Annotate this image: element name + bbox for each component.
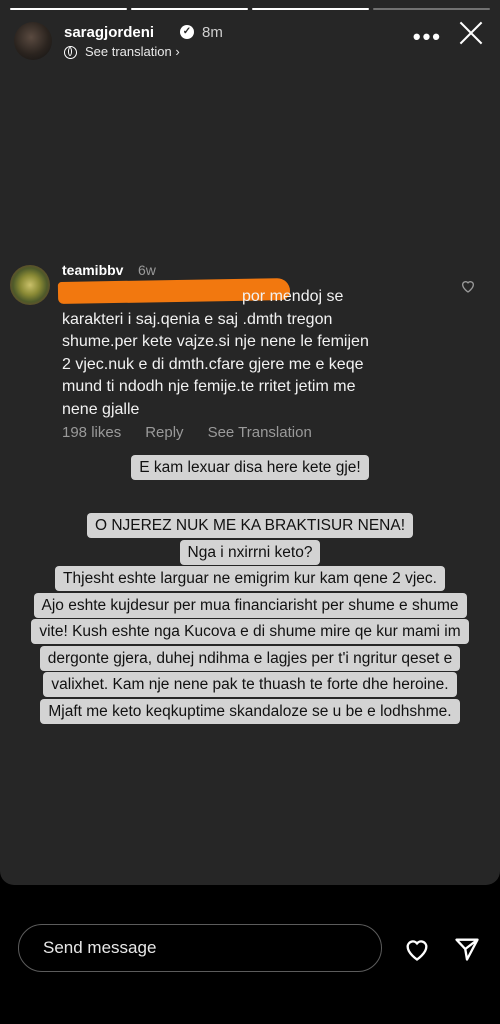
- comment-avatar: [10, 265, 50, 305]
- progress-segment: [373, 8, 490, 10]
- sticker-line: Thjesht eshte larguar ne emigrim kur kam…: [55, 566, 445, 591]
- story-card[interactable]: saragjordeni ✓ 8m See translation › ••• …: [0, 0, 500, 885]
- see-translation-label: See translation: [85, 44, 172, 59]
- comment-reply: Reply: [145, 424, 184, 441]
- send-message-input[interactable]: Send message: [18, 924, 382, 972]
- progress-segment: [10, 8, 127, 10]
- story-username[interactable]: saragjordeni: [64, 24, 154, 41]
- sticker-line: Ajo eshte kujdesur per mua financiarisht…: [33, 592, 467, 618]
- story-header: saragjordeni ✓ 8m See translation › •••: [14, 18, 486, 62]
- comment-line: shume.per kete vajze.si nje nene le femi…: [62, 333, 369, 350]
- sticker-line: Nga i nxirrni keto?: [179, 539, 321, 565]
- sticker-line: O NJEREZ NUK ME KA BRAKTISUR NENA!: [86, 513, 414, 538]
- verified-badge-icon: ✓: [180, 25, 194, 39]
- comment-line: nene gjalle: [62, 400, 140, 418]
- avatar[interactable]: [14, 22, 52, 60]
- comment-text: por mendoj se karakteri i saj.qenia e sa…: [62, 286, 442, 421]
- story-time: 8m: [202, 24, 223, 41]
- like-heart-icon[interactable]: [402, 935, 432, 963]
- more-options-button[interactable]: •••: [413, 24, 442, 50]
- see-translation-link[interactable]: See translation ›: [64, 44, 180, 59]
- sticker-line: dergonte gjera, duhej ndihma e lagjes pe…: [39, 645, 461, 671]
- send-message-placeholder: Send message: [43, 938, 157, 957]
- sticker-line: Mjaft me keto keqkuptime skandaloze se u…: [40, 698, 460, 724]
- comment-line: por mendoj se: [242, 288, 344, 305]
- reply-note-sticker: E kam lexuar disa here kete gje!: [0, 455, 500, 482]
- story-footer: Send message: [0, 885, 500, 1024]
- comment-actions: 198 likes Reply See Translation: [62, 424, 336, 441]
- comment-age: 6w: [138, 262, 156, 278]
- comment-likes: 198 likes: [62, 424, 122, 441]
- sticker-line: E kam lexuar disa here kete gje!: [131, 455, 369, 480]
- sticker-line: vite! Kush eshte nga Kucova e di shume m…: [31, 619, 469, 644]
- close-icon[interactable]: [458, 20, 484, 46]
- send-icon[interactable]: [452, 935, 482, 963]
- comment-line: karakteri i saj.qenia e saj .dmth tregon: [62, 310, 333, 328]
- sticker-line: valixhet. Kam nje nene pak te thuash te …: [43, 672, 457, 697]
- heart-icon: [461, 281, 475, 293]
- progress-segment: [252, 8, 369, 10]
- story-progress: [10, 8, 490, 10]
- comment-username: teamibbv: [62, 262, 124, 278]
- comment-line: 2 vjec.nuk e di dmth.cfare gjere me e ke…: [62, 355, 364, 373]
- globe-icon: [64, 46, 77, 59]
- response-sticker: O NJEREZ NUK ME KA BRAKTISUR NENA! Nga i…: [0, 513, 500, 725]
- progress-segment: [131, 8, 248, 10]
- comment-line: mund ti ndodh nje femije.te rritet jetim…: [62, 378, 356, 395]
- comment-see-translation: See Translation: [207, 424, 312, 441]
